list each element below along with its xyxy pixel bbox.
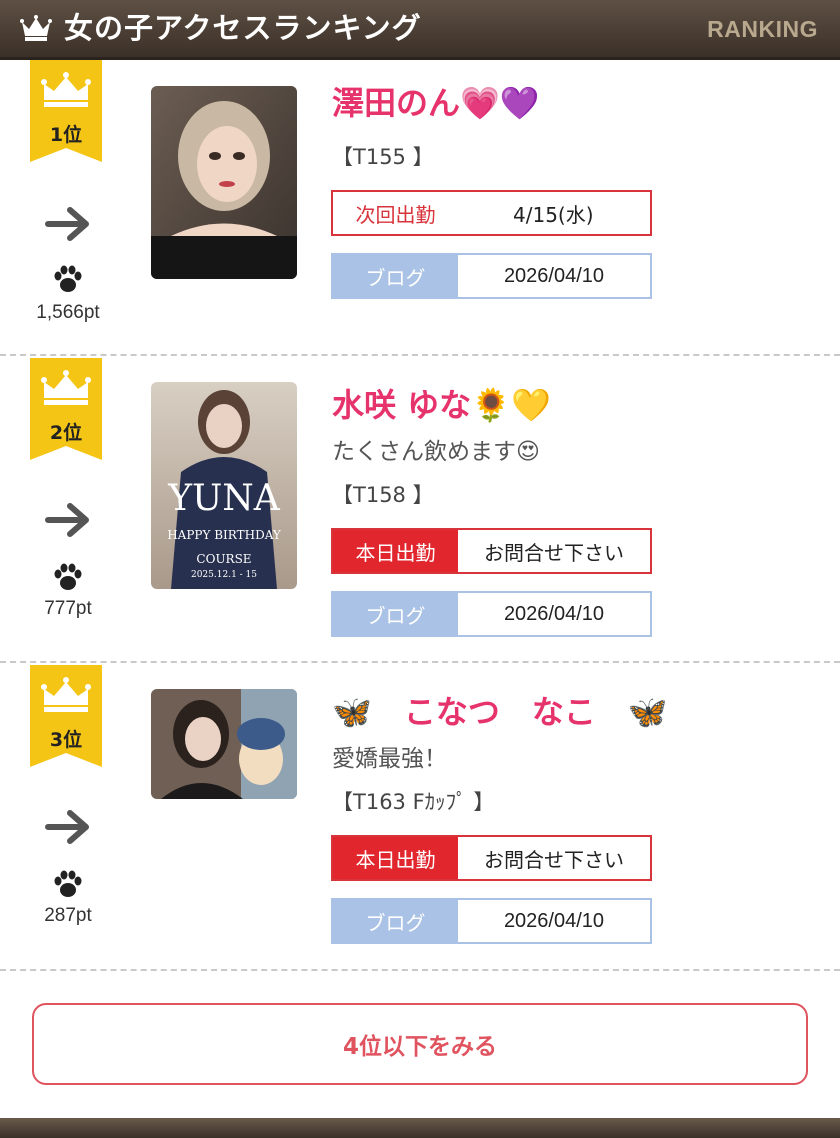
cast-spec: 【T163 Fｶｯﾌﾟ 】 (332, 790, 495, 814)
shift-value: 4/15(水) (513, 202, 594, 227)
cast-name[interactable]: 🦋 こなつ なこ 🦋 (332, 691, 668, 733)
today-shift-box: 本日出勤 お問合せ下さい (331, 528, 652, 574)
blog-link[interactable]: ブログ 2026/04/10 (331, 591, 652, 637)
profile-photo[interactable] (151, 86, 297, 279)
blog-date: 2026/04/10 (503, 602, 605, 625)
blog-link[interactable]: ブログ 2026/04/10 (331, 253, 652, 299)
points-value: 287pt (44, 905, 92, 926)
shift-label: 本日出勤 (333, 837, 458, 879)
header-subtitle: RANKING (707, 16, 818, 42)
paw-icon (54, 265, 82, 292)
points-value: 777pt (44, 598, 92, 619)
shift-value: お問合せ下さい (484, 540, 624, 565)
cast-spec: 【T158 】 (332, 483, 434, 507)
photo-caption-course: COURSE (196, 552, 252, 566)
blog-label: ブログ (333, 593, 458, 635)
next-shift-box: 次回出勤 4/15(水) (331, 190, 652, 236)
cast-spec: 【T155 】 (332, 145, 434, 169)
rank-badge: 2位 (30, 358, 102, 460)
points-value: 1,566pt (36, 302, 100, 323)
see-more-button[interactable]: 4位以下をみる (32, 1003, 808, 1085)
photo-caption-name: YUNA (168, 478, 280, 519)
rank-label: 2位 (49, 422, 83, 444)
page-title: 女の子アクセスランキング (64, 11, 422, 45)
profile-photo[interactable]: YUNA HAPPY BIRTHDAY COURSE 2025.12.1 - 1… (151, 382, 297, 589)
rank-label: 3位 (49, 729, 83, 751)
ranking-entry-2: 2位 777pt YUNA HAPPY BIRTHDAY COURSE 2025… (0, 356, 840, 663)
cast-name[interactable]: 澤田のん💗💜 (332, 82, 540, 124)
crown-icon (20, 15, 52, 41)
cast-catchphrase: たくさん飲めます😍 (332, 439, 540, 465)
shift-value: お問合せ下さい (484, 847, 624, 872)
rank-badge: 3位 (30, 665, 102, 767)
photo-caption-date: 2025.12.1 - 15 (190, 570, 258, 580)
arrow-right-icon (45, 503, 89, 537)
ranking-entry-3: 3位 287pt 🦋 こなつ なこ 🦋 愛嬌最強！ 【T163 Fｶｯﾌﾟ 】 … (0, 663, 840, 971)
rank-label: 1位 (49, 124, 83, 146)
blog-date: 2026/04/10 (503, 909, 605, 932)
shift-label: 次回出勤 (355, 202, 436, 227)
arrow-right-icon (45, 810, 89, 844)
cast-name[interactable]: 水咲 ゆな🌻💛 (332, 384, 551, 426)
blog-date: 2026/04/10 (503, 264, 605, 287)
blog-link[interactable]: ブログ 2026/04/10 (331, 898, 652, 944)
profile-photo[interactable] (151, 689, 297, 799)
ranking-header: 女の子アクセスランキング RANKING (0, 0, 840, 60)
cast-catchphrase: 愛嬌最強！ (332, 746, 447, 772)
photo-caption-sub: HAPPY BIRTHDAY (167, 528, 281, 542)
paw-icon (54, 563, 82, 590)
footer-bar (0, 1118, 840, 1138)
blog-label: ブログ (333, 255, 458, 297)
today-shift-box: 本日出勤 お問合せ下さい (331, 835, 652, 881)
arrow-right-icon (45, 207, 89, 241)
shift-label: 本日出勤 (333, 530, 458, 572)
rank-badge: 1位 (30, 60, 102, 162)
paw-icon (54, 870, 82, 897)
ranking-entry-1: 1位 1,566pt 澤田のん💗💜 【T155 】 次回出勤 4/15(水) ブ… (0, 60, 840, 356)
blog-label: ブログ (333, 900, 458, 942)
